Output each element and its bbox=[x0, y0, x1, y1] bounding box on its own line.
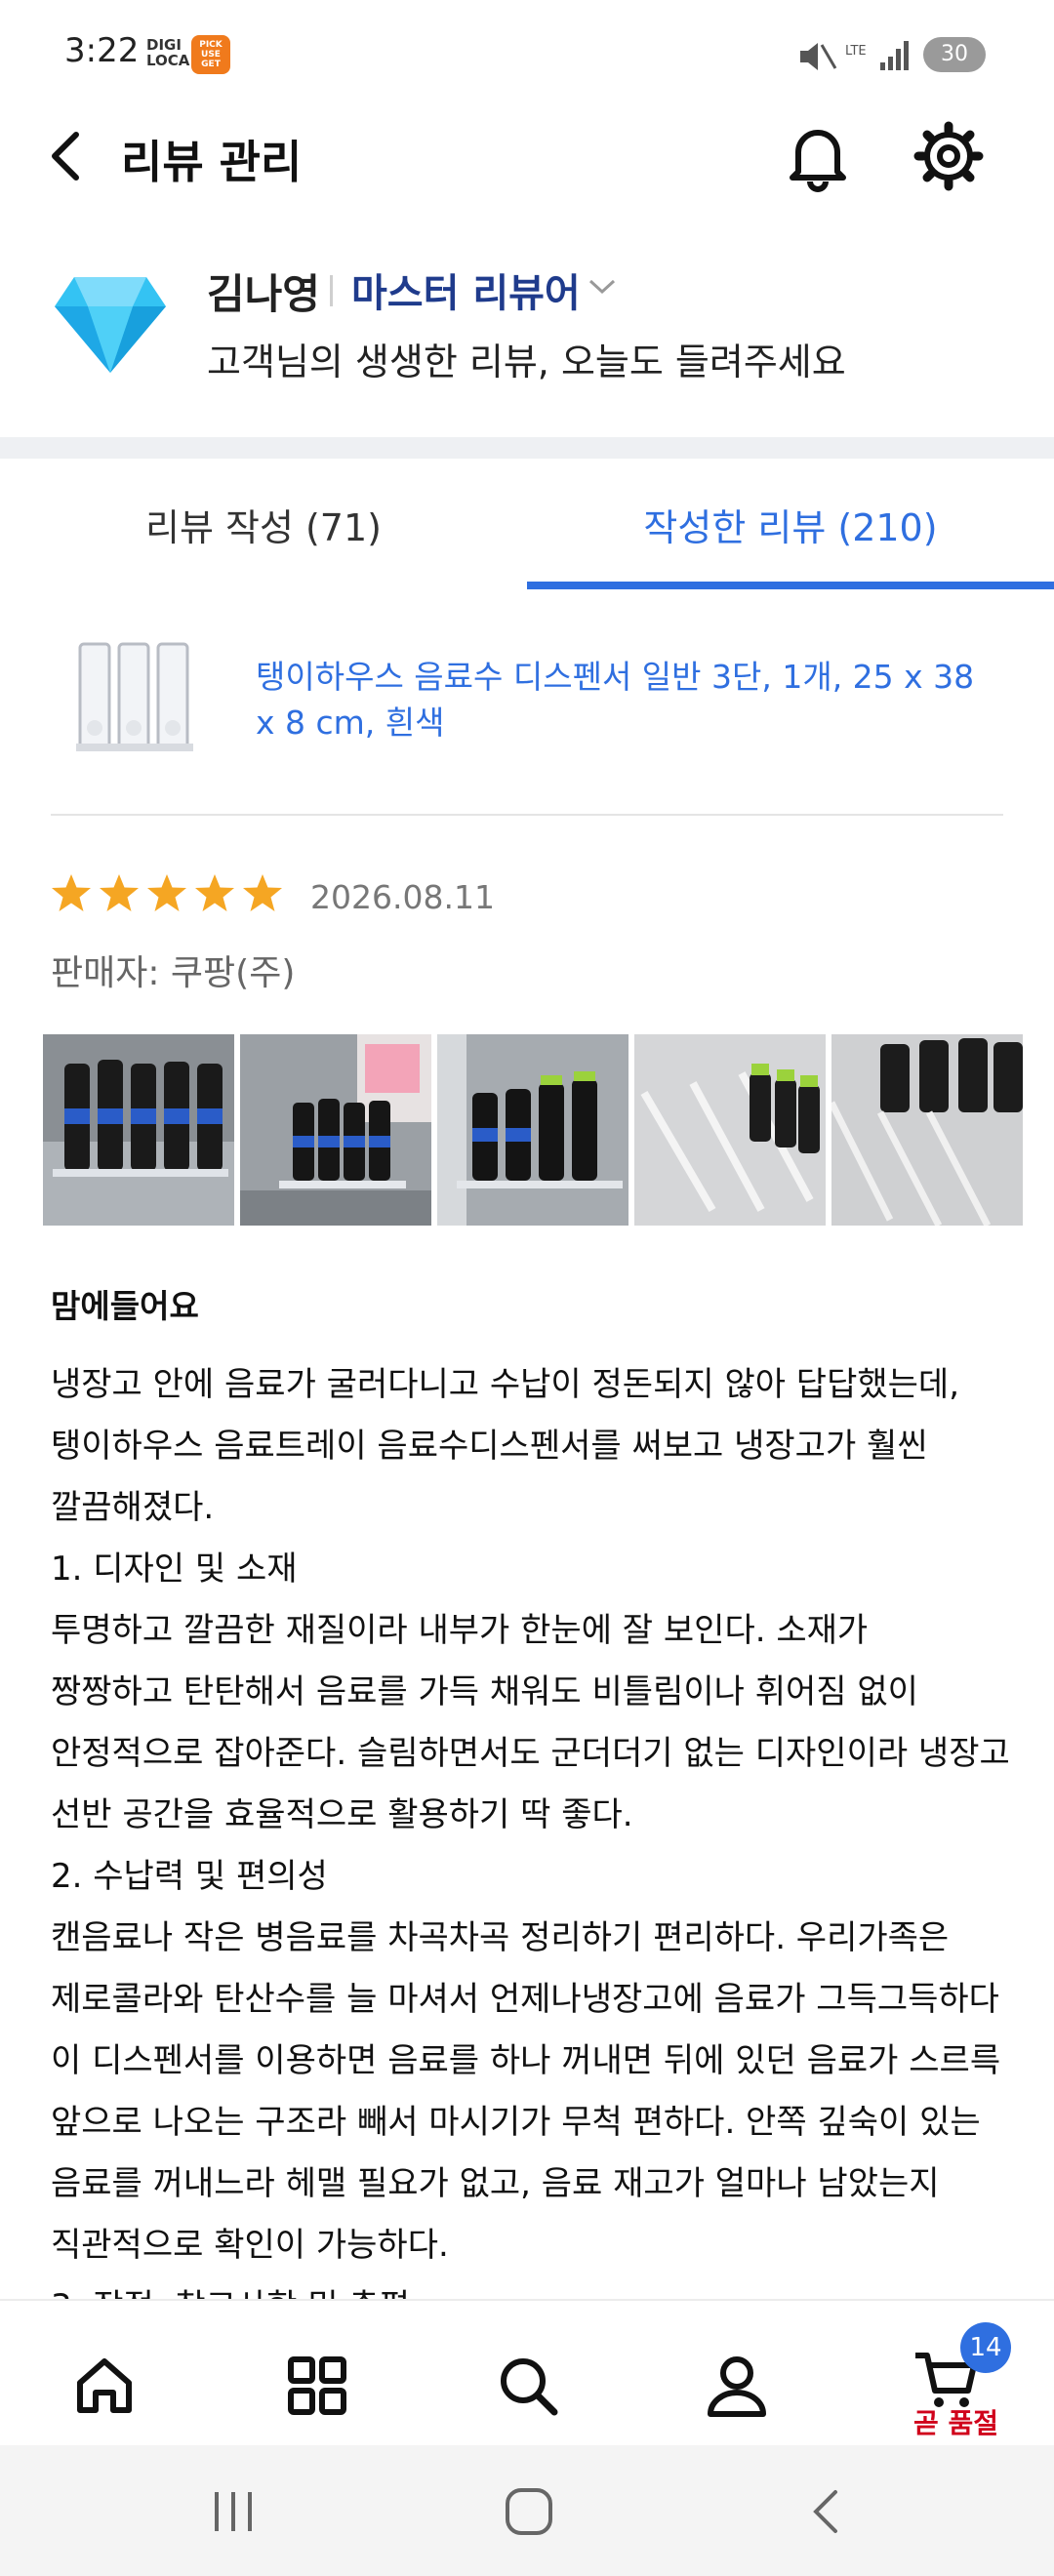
reviewer-name: 김나영 bbox=[207, 270, 320, 318]
app-notification-badge: PICK USE GET bbox=[191, 35, 230, 74]
star-rating bbox=[51, 872, 290, 917]
review-photo-3[interactable] bbox=[437, 1034, 628, 1226]
review-body-line: 1. 디자인 및 소재 bbox=[51, 1550, 298, 1589]
review-body-line: 음료를 꺼내느라 헤맬 필요가 없고, 음료 재고가 얼마나 남았는지 bbox=[51, 2164, 940, 2203]
star-icon bbox=[243, 874, 282, 911]
review-body-line: 투명하고 깔끔한 재질이라 내부가 한눈에 잘 보인다. 소재가 bbox=[51, 1611, 869, 1650]
home-icon[interactable] bbox=[70, 2352, 139, 2420]
seller-name: 판매자: 쿠팡(주) bbox=[51, 953, 296, 993]
review-body-line: 선반 공간을 효율적으로 활용하기 딱 좋다. bbox=[51, 1795, 633, 1834]
network-type: LTE bbox=[845, 44, 867, 59]
star-icon bbox=[100, 874, 139, 911]
review-body-line: 2. 수납력 및 편의성 bbox=[51, 1857, 328, 1896]
status-time: 3:22 bbox=[64, 31, 140, 70]
recent-apps-icon[interactable] bbox=[209, 2488, 258, 2535]
settings-gear-icon[interactable] bbox=[912, 117, 986, 195]
review-body-line: 제로콜라와 탄산수를 늘 마셔서 언제나냉장고에 음료가 그득그득하다 bbox=[51, 1980, 999, 2019]
review-body-line: 안정적으로 잡아준다. 슬림하면서도 군더더기 없는 디자인이라 냉장고 bbox=[51, 1734, 1010, 1773]
review-body-line: 직관적으로 확인이 가능하다. bbox=[51, 2226, 449, 2265]
notification-bell-icon[interactable] bbox=[781, 117, 855, 195]
page-title: 리뷰 관리 bbox=[121, 136, 303, 188]
battery-indicator: 30 bbox=[923, 37, 986, 72]
system-back-icon[interactable] bbox=[806, 2488, 845, 2535]
cart-count-badge: 14 bbox=[960, 2322, 1011, 2373]
diamond-grade-icon bbox=[55, 277, 166, 373]
category-grid-icon[interactable] bbox=[283, 2352, 351, 2420]
home-button-icon[interactable] bbox=[504, 2486, 554, 2537]
tab-written-reviews[interactable]: 작성한 리뷰 (210) bbox=[527, 459, 1054, 587]
review-body-line: 냉장고 안에 음료가 굴러다니고 수납이 정돈되지 않아 답답했는데, bbox=[51, 1365, 960, 1404]
active-tab-indicator bbox=[527, 582, 1054, 589]
review-date: 2026.08.11 bbox=[310, 878, 495, 916]
review-body: 냉장고 안에 음료가 굴러다니고 수납이 정돈되지 않아 답답했는데, 탱이하우스… bbox=[51, 1354, 1017, 2338]
product-title[interactable]: 탱이하우스 음료수 디스펜서 일반 3단, 1개, 25 x 38 x 8 cm… bbox=[256, 654, 997, 745]
reviewer-grade[interactable]: 마스터 리뷰어 bbox=[351, 262, 581, 318]
back-arrow-icon[interactable] bbox=[43, 125, 90, 187]
profile-subtitle: 고객님의 생생한 리뷰, 오늘도 들려주세요 bbox=[207, 341, 846, 383]
review-photo-1[interactable] bbox=[43, 1034, 234, 1226]
review-headline: 맘에들어요 bbox=[51, 1287, 199, 1325]
review-body-line: 깔끔해졌다. bbox=[51, 1488, 215, 1527]
review-body-line: 캔음료나 작은 병음료를 차곡차곡 정리하기 편리하다. 우리가족은 bbox=[51, 1918, 950, 1957]
review-photo-5[interactable] bbox=[831, 1034, 1023, 1226]
star-icon bbox=[147, 874, 186, 911]
review-body-line: 이 디스펜서를 이용하면 음료를 하나 꺼내면 뒤에 있던 음료가 스르륵 bbox=[51, 2041, 1001, 2080]
review-photo-4[interactable] bbox=[634, 1034, 826, 1226]
cart-soldout-label: 곧 품절 bbox=[913, 2407, 999, 2439]
star-icon bbox=[52, 874, 91, 911]
cellular-signal-icon bbox=[880, 41, 909, 70]
product-divider bbox=[51, 814, 1003, 816]
review-body-line: 짱짱하고 탄탄해서 음료를 가득 채워도 비틀림이나 휘어짐 없이 bbox=[51, 1672, 918, 1711]
search-icon[interactable] bbox=[494, 2352, 562, 2420]
mute-icon bbox=[800, 43, 837, 70]
review-body-line: 앞으로 나오는 구조라 빼서 마시기가 무척 편하다. 안쪽 깊숙이 있는 bbox=[51, 2103, 981, 2142]
product-thumbnail[interactable] bbox=[62, 634, 209, 761]
name-divider bbox=[330, 275, 333, 306]
status-bar: 3:22 DIGI LOCA PICK USE GET LTE 30 bbox=[0, 0, 1054, 109]
my-account-icon[interactable] bbox=[703, 2352, 771, 2420]
chevron-down-icon[interactable] bbox=[588, 277, 617, 297]
review-body-line: 탱이하우스 음료트레이 음료수디스펜서를 써보고 냉장고가 훨씬 bbox=[51, 1427, 928, 1466]
star-icon bbox=[195, 874, 234, 911]
review-photo-2[interactable] bbox=[240, 1034, 431, 1226]
signal-icons: LTE bbox=[800, 41, 909, 70]
tab-write-review[interactable]: 리뷰 작성 (71) bbox=[0, 459, 527, 587]
system-navigation-bar bbox=[0, 2445, 1054, 2576]
carrier-logo: DIGI LOCA bbox=[146, 36, 190, 69]
section-divider bbox=[0, 437, 1054, 459]
